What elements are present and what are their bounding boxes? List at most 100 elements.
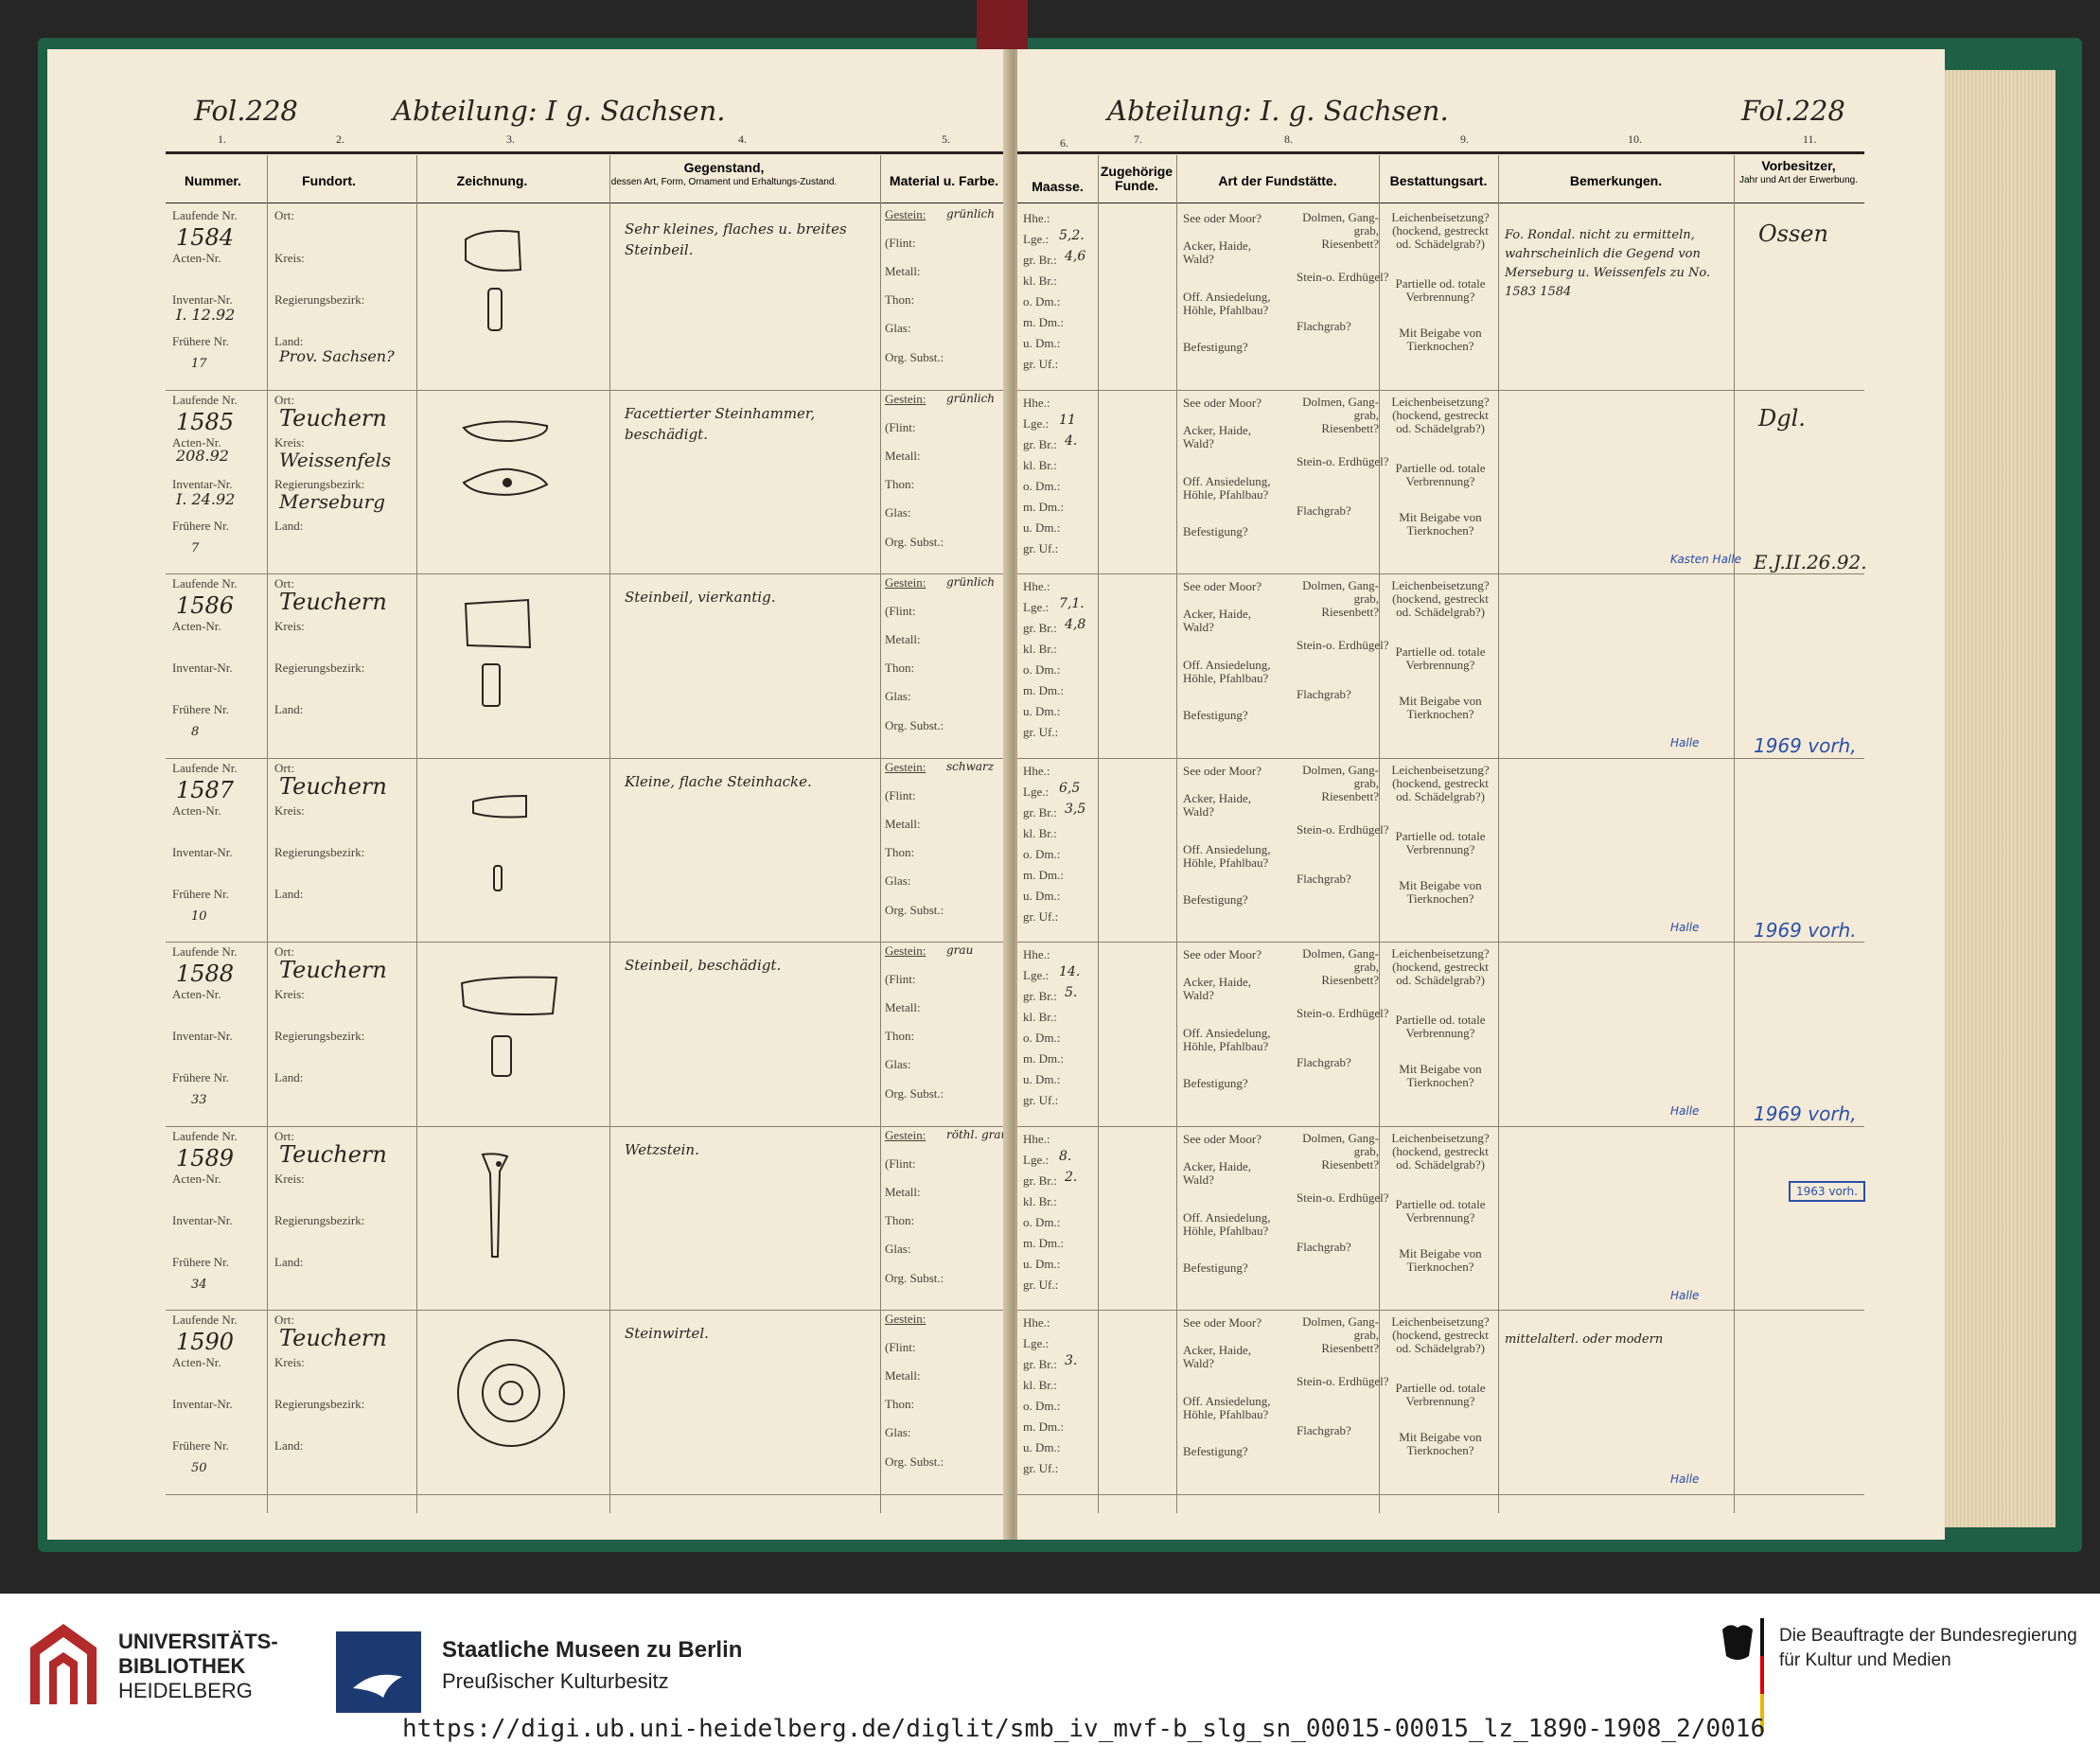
- gestein-label: Gestein:: [885, 207, 926, 221]
- acker-label: Acker, Haide, Wald?: [1183, 1158, 1252, 1187]
- grbr-label: gr. Br.:: [1023, 804, 1057, 820]
- fruehere-label: Frühere Nr.: [172, 1438, 229, 1453]
- dolmen-label: Dolmen, Gang- grab, Riesenbett?: [1302, 210, 1379, 251]
- location-note: Kasten Halle: [1670, 552, 1741, 566]
- gestein-label: Gestein:: [885, 1127, 926, 1142]
- gruf-label: gr. Uf.:: [1023, 540, 1059, 555]
- beigabe-label: Mit Beigabe von Tierknochen?: [1399, 326, 1482, 353]
- hhe-label: Hhe.:: [1023, 395, 1050, 410]
- ort-value: Teuchern: [279, 589, 387, 615]
- row-divider: [166, 389, 1008, 391]
- source-url-link[interactable]: https://digi.ub.uni-heidelberg.de/diglit…: [402, 1715, 1765, 1743]
- smb-line2: Preußischer Kulturbesitz: [442, 1669, 669, 1693]
- regbez-value: Merseburg: [279, 489, 386, 513]
- lge-value: 8.: [1059, 1148, 1072, 1164]
- lge-label: Lge.:: [1023, 415, 1050, 431]
- gruf-label: gr. Uf.:: [1023, 1093, 1059, 1107]
- acker-label: Acker, Haide, Wald?: [1183, 422, 1252, 450]
- laufende-label: Laufende Nr.: [172, 1128, 238, 1143]
- left-page: Fol.228 Abteilung: I g. Sachsen. 1. 2. 3…: [47, 49, 1008, 1540]
- regbez-label: Regierungsbezirk:: [274, 1397, 365, 1411]
- gestein-label: Gestein:: [885, 1312, 926, 1326]
- grbr-label: gr. Br.:: [1023, 436, 1057, 451]
- gestein-value: röthl. grau: [946, 1127, 1009, 1141]
- ub-logo-icon: [30, 1624, 97, 1704]
- location-note: Halle: [1670, 920, 1700, 934]
- beigabe-label: Mit Beigabe von Tierknochen?: [1399, 1245, 1482, 1274]
- land-label: Land:: [274, 1254, 304, 1269]
- right-abteilung: Abteilung: I. g. Sachsen.: [1107, 95, 1449, 127]
- flach-label: Flachgrab?: [1297, 871, 1351, 886]
- row-divider: [166, 1310, 1008, 1311]
- udm-label: u. Dm.:: [1023, 1440, 1061, 1454]
- beigabe-label: Mit Beigabe von Tierknochen?: [1399, 509, 1482, 538]
- inventar-value: I. 24.92: [176, 489, 236, 508]
- odm-label: o. Dm.:: [1023, 478, 1061, 493]
- laufende-label: Laufende Nr.: [172, 392, 238, 407]
- footer-bar: UNIVERSITÄTS- BIBLIOTHEK HEIDELBERG Staa…: [0, 1594, 2100, 1745]
- smb-eagle-icon: [336, 1631, 421, 1713]
- metall-label: Metall:: [885, 1368, 921, 1383]
- befest-label: Befestigung?: [1183, 1260, 1248, 1275]
- gegenstand-value: Steinbeil, vierkantig.: [625, 589, 776, 606]
- org-label: Org. Subst.:: [885, 718, 944, 732]
- flint-label: (Flint:: [885, 787, 916, 802]
- col-num-10: 10.: [1628, 132, 1642, 146]
- grbr-value: 2.: [1065, 1169, 1078, 1185]
- glas-label: Glas:: [885, 1425, 911, 1439]
- glas-label: Glas:: [885, 504, 911, 520]
- metall-label: Metall:: [885, 264, 921, 278]
- location-note: Halle: [1670, 1288, 1700, 1302]
- partielle-label: Partielle od. totale Verbrennung?: [1395, 276, 1486, 304]
- klbr-label: kl. Br.:: [1023, 1193, 1057, 1208]
- odm-label: o. Dm.:: [1023, 1399, 1061, 1413]
- see-label: See oder Moor?: [1183, 579, 1262, 593]
- row-divider: [166, 573, 1008, 574]
- klbr-label: kl. Br.:: [1023, 825, 1057, 840]
- stein-label: Stein-o. Erdhügel?: [1297, 638, 1389, 652]
- page-edges: [1942, 70, 2056, 1527]
- acker-label: Acker, Haide, Wald?: [1183, 607, 1252, 634]
- udm-label: u. Dm.:: [1023, 888, 1061, 903]
- kreis-label: Kreis:: [274, 802, 305, 818]
- fruehere-value: 33: [191, 1093, 207, 1107]
- location-note: Halle: [1670, 736, 1700, 749]
- flach-label: Flachgrab?: [1297, 502, 1351, 518]
- gegenstand-value: Facettierter Steinhammer, beschädigt.: [625, 404, 816, 443]
- artifact-drawing: [465, 230, 522, 331]
- laufende-value: 1584: [176, 224, 235, 251]
- stein-label: Stein-o. Erdhügel?: [1297, 1374, 1389, 1388]
- inventar-label: Inventar-Nr.: [172, 1397, 233, 1411]
- org-label: Org. Subst.:: [885, 534, 944, 549]
- land-label: Land:: [274, 1070, 304, 1084]
- grbr-value: 4,6: [1065, 249, 1086, 264]
- metall-label: Metall:: [885, 632, 921, 646]
- stein-label: Stein-o. Erdhügel?: [1297, 821, 1389, 837]
- grbr-label: gr. Br.:: [1023, 1357, 1057, 1371]
- stein-label: Stein-o. Erdhügel?: [1297, 1190, 1389, 1205]
- thon-label: Thon:: [885, 1029, 915, 1043]
- col-num-11: 11.: [1803, 132, 1817, 146]
- regbez-label: Regierungsbezirk:: [274, 1029, 365, 1043]
- vorbesitzer-value: Ossen: [1758, 220, 1828, 247]
- mdm-label: m. Dm.:: [1023, 1235, 1064, 1250]
- flach-label: Flachgrab?: [1297, 1055, 1351, 1069]
- leichen-label: Leichenbeisetzung? (hockend, gestreckt o…: [1391, 394, 1490, 435]
- udm-label: u. Dm.:: [1023, 1072, 1061, 1086]
- row-divider: [166, 942, 1008, 943]
- dolmen-label: Dolmen, Gang- grab, Riesenbett?: [1302, 1314, 1379, 1355]
- acten-label: Acten-Nr.: [172, 1355, 221, 1369]
- ub-line2: BIBLIOTHEK: [118, 1654, 246, 1678]
- klbr-label: kl. Br.:: [1023, 457, 1057, 472]
- bemerkungen-value: Fo. Rondal. nicht zu ermitteln, wahrsche…: [1505, 228, 1711, 299]
- kreis-label: Kreis:: [274, 251, 305, 265]
- acten-value: 208.92: [176, 446, 229, 465]
- partielle-label: Partielle od. totale Verbrennung?: [1395, 1196, 1486, 1225]
- off-label: Off. Ansiedelung, Höhle, Pfahlbau?: [1183, 1209, 1271, 1238]
- col-num-6: 6.: [1060, 136, 1068, 150]
- mdm-label: m. Dm.:: [1023, 867, 1064, 882]
- thon-label: Thon:: [885, 292, 915, 307]
- acker-label: Acker, Haide, Wald?: [1183, 238, 1252, 266]
- odm-label: o. Dm.:: [1023, 846, 1061, 861]
- erwerbung-value: 1969 vorh.: [1754, 918, 1857, 942]
